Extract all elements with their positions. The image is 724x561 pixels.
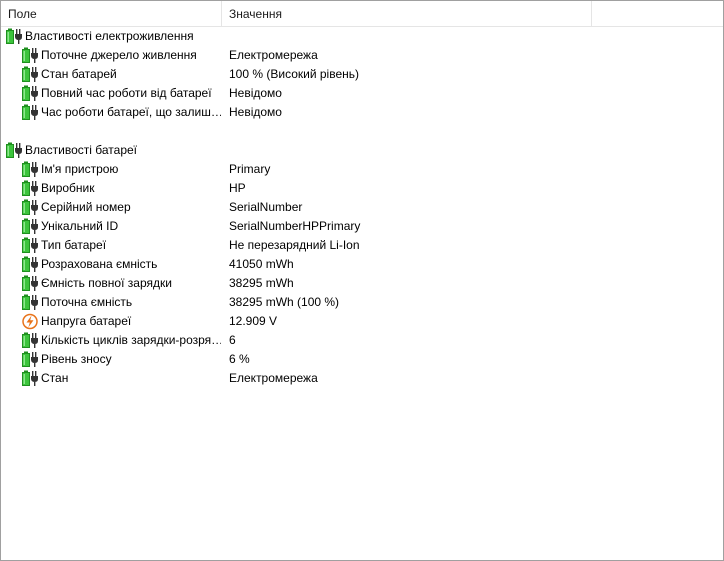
property-row[interactable]: Серійний номер SerialNumber — [1, 198, 723, 217]
battery-plug-icon — [21, 293, 39, 312]
property-field: Повний час роботи від батареї — [41, 86, 212, 100]
list-header: Поле Значення — [1, 1, 723, 27]
property-value: SerialNumber — [229, 200, 303, 214]
property-field: Кількість циклів зарядки-розря… — [41, 333, 221, 347]
battery-plug-icon — [21, 84, 39, 103]
property-value: Невідомо — [229, 86, 282, 100]
property-row[interactable]: Поточна ємність 38295 mWh (100 %) — [1, 293, 723, 312]
battery-plug-icon — [21, 65, 39, 84]
property-value: Електромережа — [229, 371, 318, 385]
property-row[interactable]: Виробник HP — [1, 179, 723, 198]
property-row[interactable]: Тип батареї Не перезарядний Li-Ion — [1, 236, 723, 255]
property-field: Тип батареї — [41, 238, 107, 252]
property-value: 12.909 V — [229, 314, 278, 328]
property-value: 6 % — [229, 352, 250, 366]
battery-plug-icon — [21, 179, 39, 198]
property-row[interactable]: Напруга батареї 12.909 V — [1, 312, 723, 331]
property-value: 100 % (Високий рівень) — [229, 67, 359, 81]
property-value: 41050 mWh — [229, 257, 294, 271]
property-row[interactable]: Повний час роботи від батареї Невідомо — [1, 84, 723, 103]
group-label: Властивості батареї — [25, 143, 138, 157]
property-value: Невідомо — [229, 105, 282, 119]
property-row[interactable]: Кількість циклів зарядки-розря… 6 — [1, 331, 723, 350]
battery-plug-icon — [21, 369, 39, 388]
property-row[interactable]: Поточне джерело живлення Електромережа — [1, 46, 723, 65]
property-row[interactable]: Стан батарей 100 % (Високий рівень) — [1, 65, 723, 84]
property-field: Стан батарей — [41, 67, 117, 81]
property-field: Ємність повної зарядки — [41, 276, 172, 290]
property-field: Стан — [41, 371, 69, 385]
property-value: Не перезарядний Li-Ion — [229, 238, 360, 252]
property-value: Електромережа — [229, 48, 318, 62]
property-field: Виробник — [41, 181, 95, 195]
property-field: Унікальний ID — [41, 219, 119, 233]
property-field: Розрахована ємність — [41, 257, 158, 271]
property-row[interactable]: Розрахована ємність 41050 mWh — [1, 255, 723, 274]
property-field: Напруга батареї — [41, 314, 132, 328]
battery-plug-icon — [21, 350, 39, 369]
battery-plug-icon — [5, 27, 23, 46]
property-row[interactable]: Стан Електромережа — [1, 369, 723, 388]
property-field: Ім'я пристрою — [41, 162, 119, 176]
property-field: Час роботи батареї, що залиш… — [41, 105, 221, 119]
property-row[interactable]: Унікальний ID SerialNumberHPPrimary — [1, 217, 723, 236]
battery-plug-icon — [21, 331, 39, 350]
battery-plug-icon — [21, 274, 39, 293]
battery-plug-icon — [21, 217, 39, 236]
battery-plug-icon — [5, 141, 23, 160]
property-field: Серійний номер — [41, 200, 131, 214]
property-field: Поточна ємність — [41, 295, 133, 309]
property-value: 38295 mWh — [229, 276, 294, 290]
battery-plug-icon — [21, 46, 39, 65]
property-value: HP — [229, 181, 246, 195]
property-value: 38295 mWh (100 %) — [229, 295, 340, 309]
group-header-row[interactable]: Властивості електроживлення — [1, 27, 723, 46]
column-header-field[interactable]: Поле — [1, 1, 222, 26]
property-value: Primary — [229, 162, 271, 176]
battery-plug-icon — [21, 255, 39, 274]
property-value: 6 — [229, 333, 236, 347]
battery-plug-icon — [21, 103, 39, 122]
property-row[interactable]: Час роботи батареї, що залиш… Невідомо — [1, 103, 723, 122]
battery-plug-icon — [21, 198, 39, 217]
group-header-row[interactable]: Властивості батареї — [1, 141, 723, 160]
list-rows: Властивості електроживлення Поточне джере… — [1, 27, 723, 388]
property-row[interactable]: Ємність повної зарядки 38295 mWh — [1, 274, 723, 293]
battery-plug-icon — [21, 236, 39, 255]
property-row[interactable]: Ім'я пристрою Primary — [1, 160, 723, 179]
property-value: SerialNumberHPPrimary — [229, 219, 361, 233]
column-header-value[interactable]: Значення — [222, 1, 592, 26]
group-label: Властивості електроживлення — [25, 29, 194, 43]
property-list-view[interactable]: Поле Значення Властивості електроживленн… — [0, 0, 724, 561]
voltage-lightning-icon — [21, 312, 39, 331]
battery-plug-icon — [21, 160, 39, 179]
property-row[interactable]: Рівень зносу 6 % — [1, 350, 723, 369]
property-field: Поточне джерело живлення — [41, 48, 197, 62]
property-field: Рівень зносу — [41, 352, 112, 366]
